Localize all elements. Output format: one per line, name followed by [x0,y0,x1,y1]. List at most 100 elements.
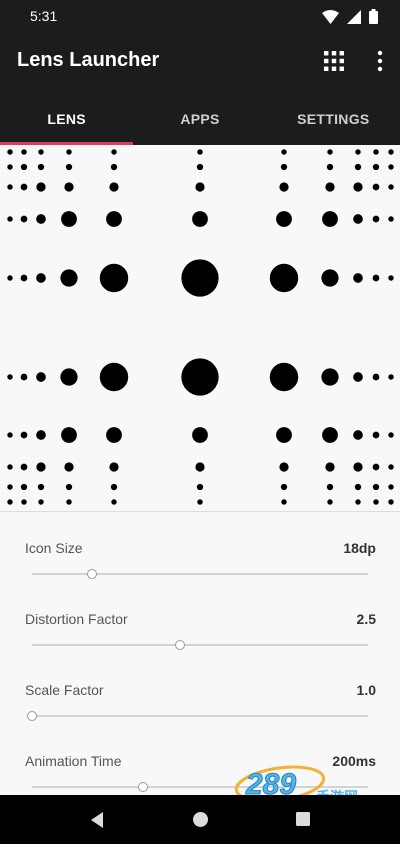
slider-thumb[interactable] [137,782,148,792]
app-icon-dot-3-1[interactable] [20,215,28,223]
app-icon-dot-3-6[interactable] [276,211,292,227]
app-icon-dot-8-2[interactable] [37,483,45,491]
app-icon-dot-2-4[interactable] [109,182,119,192]
app-icon-dot-4-0[interactable] [7,275,13,281]
app-icon-dot-3-8[interactable] [353,214,363,224]
app-icon-dot-3-3[interactable] [61,211,77,227]
app-icon-dot-8-6[interactable] [280,483,288,491]
app-icon-dot-1-1[interactable] [20,163,28,171]
app-icon-dot-4-1[interactable] [20,274,28,282]
app-icon-dot-2-10[interactable] [388,184,394,190]
app-icon-dot-0-10[interactable] [388,149,394,155]
app-icon-dot-2-8[interactable] [353,182,363,192]
app-icon-dot-1-0[interactable] [7,164,13,170]
app-icon-dot-9-7[interactable] [327,499,333,505]
lens-preview[interactable] [0,145,400,511]
app-icon-dot-5-1[interactable] [20,373,28,381]
app-icon-dot-2-7[interactable] [325,182,335,192]
app-icon-dot-1-6[interactable] [280,163,288,171]
app-icon-dot-9-5[interactable] [197,499,203,505]
app-icon-dot-4-2[interactable] [36,273,46,283]
app-icon-dot-6-8[interactable] [353,430,363,440]
app-icon-dot-9-1[interactable] [21,499,27,505]
app-icon-dot-8-7[interactable] [326,483,334,491]
tab-settings[interactable]: SETTINGS [267,90,400,145]
app-icon-dot-6-1[interactable] [20,431,28,439]
app-icon-dot-8-8[interactable] [354,483,362,491]
app-icon-dot-4-4[interactable] [99,263,129,293]
app-icon-dot-6-5[interactable] [192,427,208,443]
home-icon[interactable] [192,811,209,828]
app-icon-dot-7-0[interactable] [7,464,13,470]
app-icon-dot-7-5[interactable] [195,462,205,472]
app-icon-dot-3-7[interactable] [322,211,338,227]
app-icon-dot-0-0[interactable] [7,149,13,155]
icon-size-slider[interactable] [32,569,368,579]
app-icon-dot-4-10[interactable] [388,275,394,281]
app-icon-dot-9-9[interactable] [373,499,379,505]
app-icon-dot-9-8[interactable] [355,499,361,505]
app-icon-dot-1-9[interactable] [372,163,380,171]
app-icon-dot-5-2[interactable] [36,372,46,382]
app-icon-dot-0-1[interactable] [21,149,27,155]
app-icon-dot-5-8[interactable] [353,372,363,382]
app-icon-dot-5-7[interactable] [321,368,339,386]
app-icon-dot-1-5[interactable] [196,163,204,171]
app-icon-dot-2-5[interactable] [195,182,205,192]
app-icon-dot-3-9[interactable] [372,215,380,223]
app-icon-dot-9-6[interactable] [281,499,287,505]
app-icon-dot-3-5[interactable] [192,211,208,227]
app-icon-dot-9-0[interactable] [7,499,13,505]
app-icon-dot-1-2[interactable] [37,163,45,171]
app-icon-dot-2-9[interactable] [372,183,380,191]
app-icon-dot-0-8[interactable] [355,149,361,155]
app-icon-dot-7-1[interactable] [20,463,28,471]
app-icon-dot-6-10[interactable] [388,432,394,438]
back-icon[interactable] [89,811,105,829]
app-icon-dot-8-0[interactable] [7,484,13,490]
app-icon-dot-8-9[interactable] [372,483,380,491]
app-icon-dot-8-1[interactable] [20,483,28,491]
slider-thumb[interactable] [27,711,37,721]
app-icon-dot-7-3[interactable] [64,462,74,472]
app-icon-dot-5-4[interactable] [99,362,129,392]
app-icon-dot-8-10[interactable] [388,484,394,490]
app-icon-dot-2-3[interactable] [64,182,74,192]
app-icon-dot-5-0[interactable] [7,374,13,380]
app-icon-dot-4-6[interactable] [269,263,299,293]
tab-lens[interactable]: LENS [0,90,134,145]
app-icon-dot-0-2[interactable] [38,149,44,155]
app-icon-dot-4-5[interactable] [181,259,219,297]
app-icon-dot-4-9[interactable] [372,274,380,282]
app-icon-dot-6-2[interactable] [36,430,46,440]
app-icon-dot-5-10[interactable] [388,374,394,380]
app-icon-dot-0-7[interactable] [327,149,333,155]
app-icon-dot-3-0[interactable] [7,216,13,222]
app-icon-dot-7-9[interactable] [372,463,380,471]
app-icon-dot-1-8[interactable] [354,163,362,171]
more-vert-icon[interactable] [376,49,384,73]
app-icon-dot-4-3[interactable] [60,269,78,287]
app-icon-dot-7-4[interactable] [109,462,119,472]
app-icon-dot-9-2[interactable] [38,499,44,505]
app-icon-dot-1-10[interactable] [388,164,394,170]
app-icon-dot-9-3[interactable] [66,499,72,505]
app-icon-dot-0-3[interactable] [66,149,72,155]
app-icon-dot-3-4[interactable] [106,211,122,227]
app-icon-dot-0-6[interactable] [281,149,287,155]
app-icon-dot-7-6[interactable] [279,462,289,472]
app-icon-dot-6-9[interactable] [372,431,380,439]
app-icon-dot-5-9[interactable] [372,373,380,381]
app-icon-dot-6-0[interactable] [7,432,13,438]
app-icon-dot-3-10[interactable] [388,216,394,222]
app-icon-dot-0-4[interactable] [111,149,117,155]
app-icon-dot-6-3[interactable] [61,427,77,443]
app-icon-dot-0-9[interactable] [373,149,379,155]
slider-thumb[interactable] [174,640,185,650]
apps-grid-icon[interactable] [324,51,344,71]
app-icon-dot-1-4[interactable] [110,163,118,171]
app-icon-dot-5-6[interactable] [269,362,299,392]
recents-icon[interactable] [295,811,311,827]
app-icon-dot-8-5[interactable] [196,483,204,491]
app-icon-dot-5-5[interactable] [181,358,219,396]
